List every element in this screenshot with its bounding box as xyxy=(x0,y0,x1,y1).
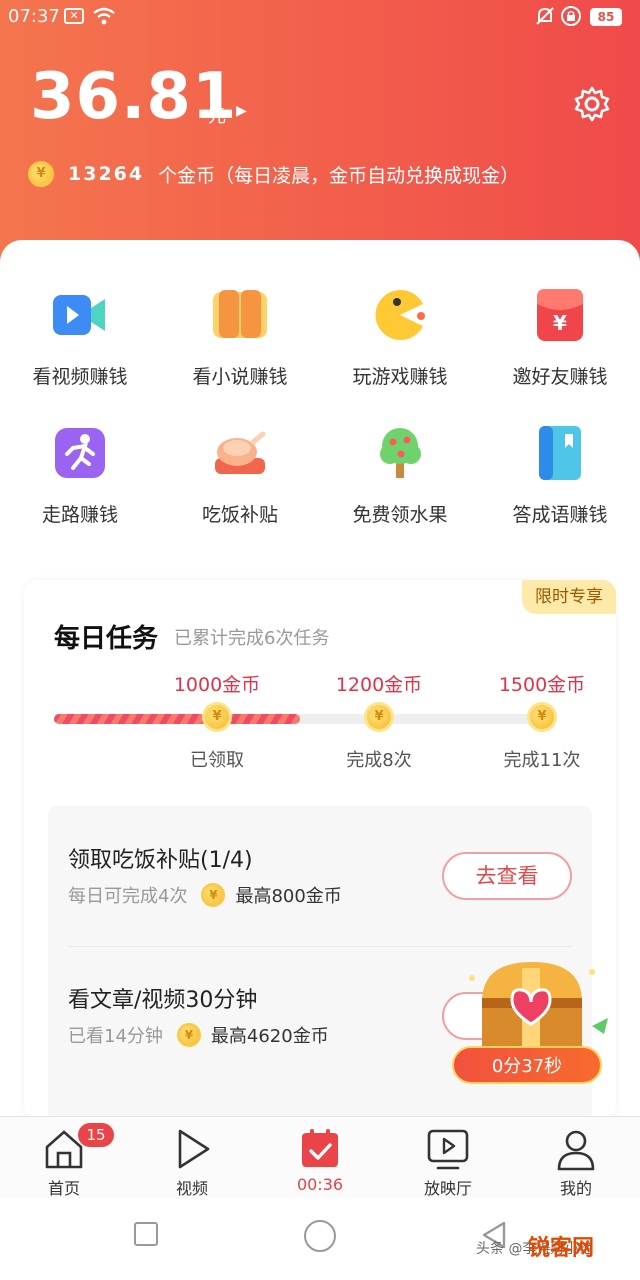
balance-unit: 元 xyxy=(208,106,226,127)
daily-tasks-subtitle: 已累计完成6次任务 xyxy=(174,628,330,649)
rotation-lock-icon xyxy=(561,6,581,26)
running-icon xyxy=(55,428,105,478)
milestone-status: 完成8次 xyxy=(346,750,412,771)
battery-indicator: 85 xyxy=(590,8,622,26)
feature-label: 看小说赚钱 xyxy=(192,366,288,388)
sim-icon: ✕ xyxy=(64,8,84,24)
task-max-reward: 最高800金币 xyxy=(235,886,342,907)
tab-label: 首页 xyxy=(47,1179,80,1198)
dictionary-icon xyxy=(539,426,581,480)
svg-text:¥: ¥ xyxy=(553,311,567,335)
task-progress-bar xyxy=(54,714,546,724)
coin-icon: ¥ xyxy=(201,883,226,907)
feature-label: 看视频赚钱 xyxy=(32,366,128,388)
pacman-icon xyxy=(375,290,425,340)
feature-label: 答成语赚钱 xyxy=(512,504,608,526)
view-task-button[interactable]: 去查看 xyxy=(442,852,572,900)
bottom-tab-bar: 首页 15 视频 00:36 放映厅 我的 xyxy=(0,1116,640,1198)
coin-icon: ¥ xyxy=(28,161,54,187)
mute-bell-icon xyxy=(536,7,554,25)
tab-label: 视频 xyxy=(175,1179,208,1198)
task-name: 看文章/视频30分钟 xyxy=(68,988,258,1013)
coin-icon: ¥ xyxy=(176,1023,201,1047)
calendar-check-icon xyxy=(302,1129,338,1167)
task-desc: 已看14分钟 ¥ 最高4620金币 xyxy=(68,1022,329,1048)
feature-label: 走路赚钱 xyxy=(41,504,118,526)
tab-profile[interactable]: 我的 xyxy=(512,1117,640,1199)
tab-theater[interactable]: 放映厅 xyxy=(384,1117,512,1199)
task-name: 领取吃饭补贴(1/4) xyxy=(68,848,253,873)
milestone-coin-icon[interactable]: ¥ xyxy=(202,702,232,732)
video-camera-icon xyxy=(53,295,105,335)
system-nav-bar: 头条 @李得财小艳 锐客网 xyxy=(0,1198,640,1280)
milestone-coin-icon[interactable]: ¥ xyxy=(364,702,394,732)
task-progress-text: 已看14分钟 xyxy=(68,1026,163,1047)
wallet-header: 07:37 ✕ 85 36.81 元 ▶ ¥ 13264 个金币（每日凌晨，金币… xyxy=(0,0,640,270)
status-bar: 07:37 ✕ 85 xyxy=(0,0,640,34)
home-button[interactable] xyxy=(304,1220,336,1252)
milestone-coin-icon[interactable]: ¥ xyxy=(527,702,557,732)
feature-idiom-quiz[interactable]: 答成语赚钱 xyxy=(480,424,640,527)
wifi-icon xyxy=(93,7,115,25)
tab-label: 放映厅 xyxy=(423,1179,472,1198)
feature-label: 吃饭补贴 xyxy=(201,504,278,526)
chevron-right-icon[interactable]: ▶ xyxy=(236,103,247,119)
feature-watch-video[interactable]: 看视频赚钱 xyxy=(0,286,160,389)
coin-count: 13264 xyxy=(68,163,145,185)
gear-icon[interactable] xyxy=(572,84,612,124)
milestone-reward: 1000金币 xyxy=(173,674,261,696)
milestone-status: 完成11次 xyxy=(503,750,581,771)
status-time: 07:37 xyxy=(8,6,60,27)
task-max-reward: 最高4620金币 xyxy=(210,1026,329,1047)
book-icon xyxy=(213,290,267,338)
feature-meal-subsidy[interactable]: 吃饭补贴 xyxy=(160,424,320,527)
task-progress-text: 每日可完成4次 xyxy=(68,886,188,907)
cash-balance[interactable]: 36.81 xyxy=(30,60,237,134)
tab-home[interactable]: 首页 15 xyxy=(0,1117,128,1199)
watermark-brand: 锐客网 xyxy=(528,1236,595,1261)
feature-label: 邀好友赚钱 xyxy=(512,366,608,388)
tab-label: 我的 xyxy=(559,1179,592,1198)
feature-label: 玩游戏赚钱 xyxy=(352,366,448,388)
feature-invite-friends[interactable]: ¥ 邀好友赚钱 xyxy=(480,286,640,389)
task-desc: 每日可完成4次 ¥ 最高800金币 xyxy=(68,882,342,908)
roast-chicken-icon xyxy=(215,431,266,474)
daily-tasks-title: 每日任务 xyxy=(54,624,159,654)
feature-play-game[interactable]: 玩游戏赚钱 xyxy=(320,286,480,389)
fruit-tree-icon xyxy=(380,428,421,478)
feature-walk[interactable]: 走路赚钱 xyxy=(0,424,160,527)
coin-summary: ¥ 13264 个金币（每日凌晨，金币自动兑换成现金） xyxy=(28,160,519,188)
profile-icon xyxy=(557,1130,595,1171)
recent-apps-button[interactable] xyxy=(134,1222,158,1246)
milestone-status: 已领取 xyxy=(190,750,244,771)
tab-tasks[interactable]: 00:36 xyxy=(256,1117,384,1199)
chest-countdown: 0分37秒 xyxy=(452,1046,602,1084)
milestone-reward: 1200金币 xyxy=(335,674,423,696)
tab-label: 00:36 xyxy=(296,1175,344,1194)
play-icon xyxy=(178,1129,210,1169)
notification-badge: 15 xyxy=(78,1123,114,1147)
task-row: 领取吃饭补贴(1/4) 每日可完成4次 ¥ 最高800金币 去查看 xyxy=(48,806,592,947)
feature-read-novel[interactable]: 看小说赚钱 xyxy=(160,286,320,389)
coin-note: 个金币（每日凌晨，金币自动兑换成现金） xyxy=(158,164,520,187)
task-progress-fill xyxy=(54,714,300,724)
feature-label: 免费领水果 xyxy=(352,504,448,526)
red-envelope-icon: ¥ xyxy=(537,289,583,341)
feature-free-fruit[interactable]: 免费领水果 xyxy=(320,424,480,527)
tab-video[interactable]: 视频 xyxy=(128,1117,256,1199)
milestone-reward: 1500金币 xyxy=(498,674,586,696)
limited-badge: 限时专享 xyxy=(522,580,616,614)
tv-icon xyxy=(427,1129,469,1170)
